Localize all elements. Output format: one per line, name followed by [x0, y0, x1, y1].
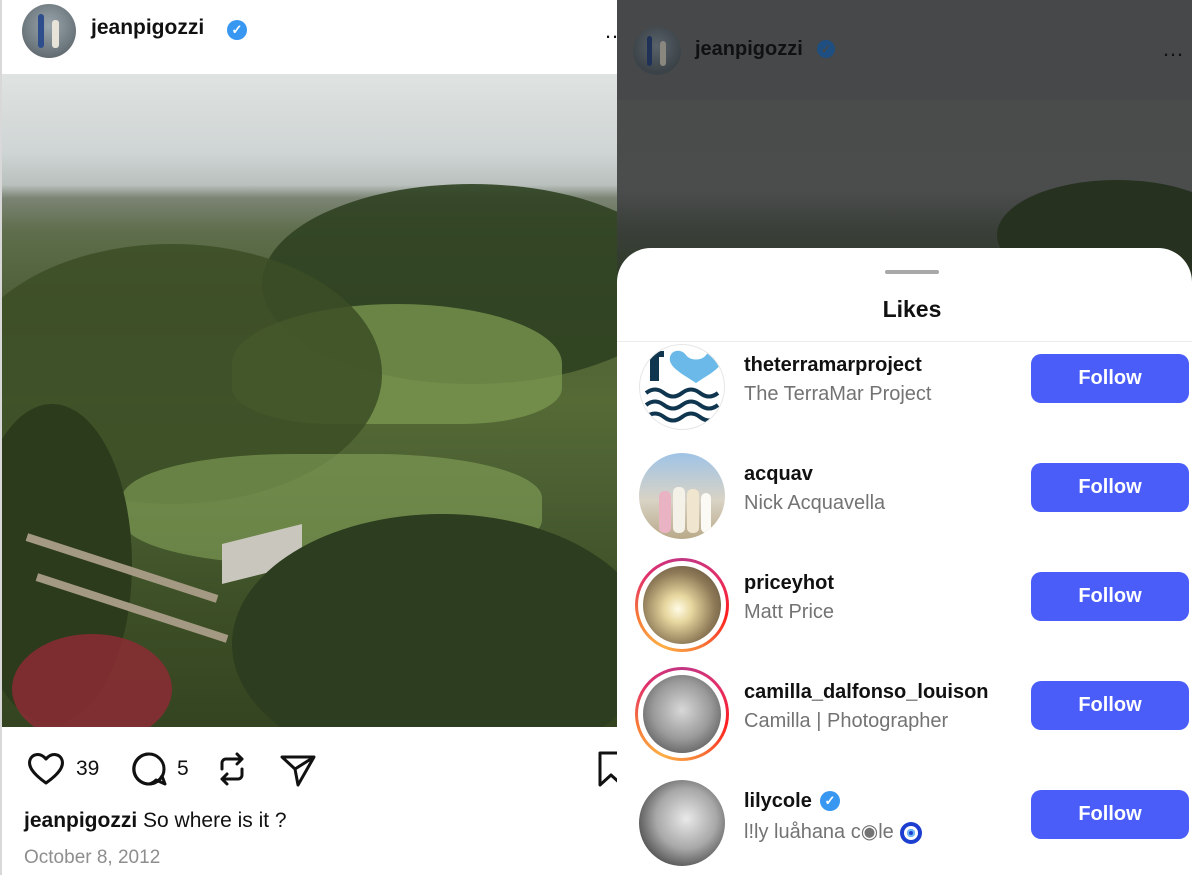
- divider: [617, 341, 1192, 342]
- user-full-name: Nick Acquavella: [744, 492, 886, 514]
- post-header: jeanpigozzi ✓ …: [2, 0, 617, 74]
- user-username[interactable]: priceyhot: [744, 572, 834, 595]
- user-username[interactable]: lilycole: [744, 790, 812, 813]
- author-avatar[interactable]: [22, 4, 76, 58]
- dimmed-verified-badge-icon: ✓: [817, 40, 835, 58]
- follow-button[interactable]: Follow: [1031, 463, 1189, 512]
- list-item: camilla_dalfonso_louison Camilla | Photo…: [617, 667, 1192, 780]
- bookmark-icon[interactable]: [596, 749, 617, 789]
- dimmed-post-header: jeanpigozzi ✓ …: [617, 0, 1192, 100]
- user-avatar[interactable]: [639, 453, 725, 539]
- likes-overlay-panel: jeanpigozzi ✓ … Likes theterramarproject…: [617, 0, 1192, 875]
- terramar-logo-icon: [644, 350, 723, 423]
- dimmed-author-avatar: [633, 27, 681, 75]
- list-item: lilycole ✓ l!ly luåhana c◉le Follow: [617, 780, 1192, 875]
- post-panel: jeanpigozzi ✓ … 39 5: [0, 0, 617, 875]
- post-photo[interactable]: [2, 74, 617, 727]
- list-item: acquav Nick Acquavella Follow: [617, 453, 1192, 562]
- user-full-name-text: l!ly luåhana c◉le: [744, 821, 894, 843]
- post-caption: jeanpigozzi So where is it ?: [24, 809, 287, 833]
- comment-icon[interactable]: [129, 749, 169, 789]
- list-item: theterramarproject The TerraMar Project …: [617, 344, 1192, 453]
- post-date: October 8, 2012: [24, 847, 161, 868]
- post-actions: 39 5 jeanpigozzi So where is it ? Octobe…: [2, 727, 617, 875]
- dimmed-author-username: jeanpigozzi: [695, 38, 803, 60]
- follow-button[interactable]: Follow: [1031, 572, 1189, 621]
- user-avatar[interactable]: [639, 780, 725, 866]
- author-username[interactable]: jeanpigozzi: [91, 16, 204, 40]
- likes-sheet: Likes theterramarproject The TerraMar Pr…: [617, 248, 1192, 875]
- more-options-icon[interactable]: …: [604, 18, 617, 44]
- user-full-name: l!ly luåhana c◉le: [744, 819, 922, 844]
- user-full-name: The TerraMar Project: [744, 383, 932, 405]
- dimmed-more-options-icon: …: [1162, 36, 1185, 61]
- user-avatar[interactable]: [643, 675, 721, 753]
- sheet-drag-handle[interactable]: [885, 270, 939, 274]
- comments-count[interactable]: 5: [177, 757, 189, 781]
- user-username[interactable]: theterramarproject: [744, 354, 922, 377]
- like-heart-icon[interactable]: [26, 749, 66, 789]
- user-username[interactable]: camilla_dalfonso_louison: [744, 681, 989, 704]
- verified-badge-icon: ✓: [227, 20, 247, 40]
- user-full-name: Matt Price: [744, 601, 835, 623]
- share-send-icon[interactable]: [278, 749, 318, 789]
- likes-count[interactable]: 39: [76, 757, 99, 781]
- evil-eye-emoji-icon: [899, 821, 922, 844]
- user-username[interactable]: acquav: [744, 463, 813, 486]
- caption-username[interactable]: jeanpigozzi: [24, 809, 137, 832]
- user-full-name: Camilla | Photographer: [744, 710, 949, 732]
- list-item: priceyhot Matt Price Follow: [617, 558, 1192, 671]
- likes-title: Likes: [882, 296, 942, 322]
- repost-icon[interactable]: [212, 749, 252, 789]
- user-avatar[interactable]: [639, 344, 725, 430]
- caption-text: So where is it ?: [143, 809, 287, 832]
- follow-button[interactable]: Follow: [1031, 354, 1189, 403]
- follow-button[interactable]: Follow: [1031, 681, 1189, 730]
- user-avatar[interactable]: [643, 566, 721, 644]
- follow-button[interactable]: Follow: [1031, 790, 1189, 839]
- verified-badge-icon: ✓: [820, 791, 840, 811]
